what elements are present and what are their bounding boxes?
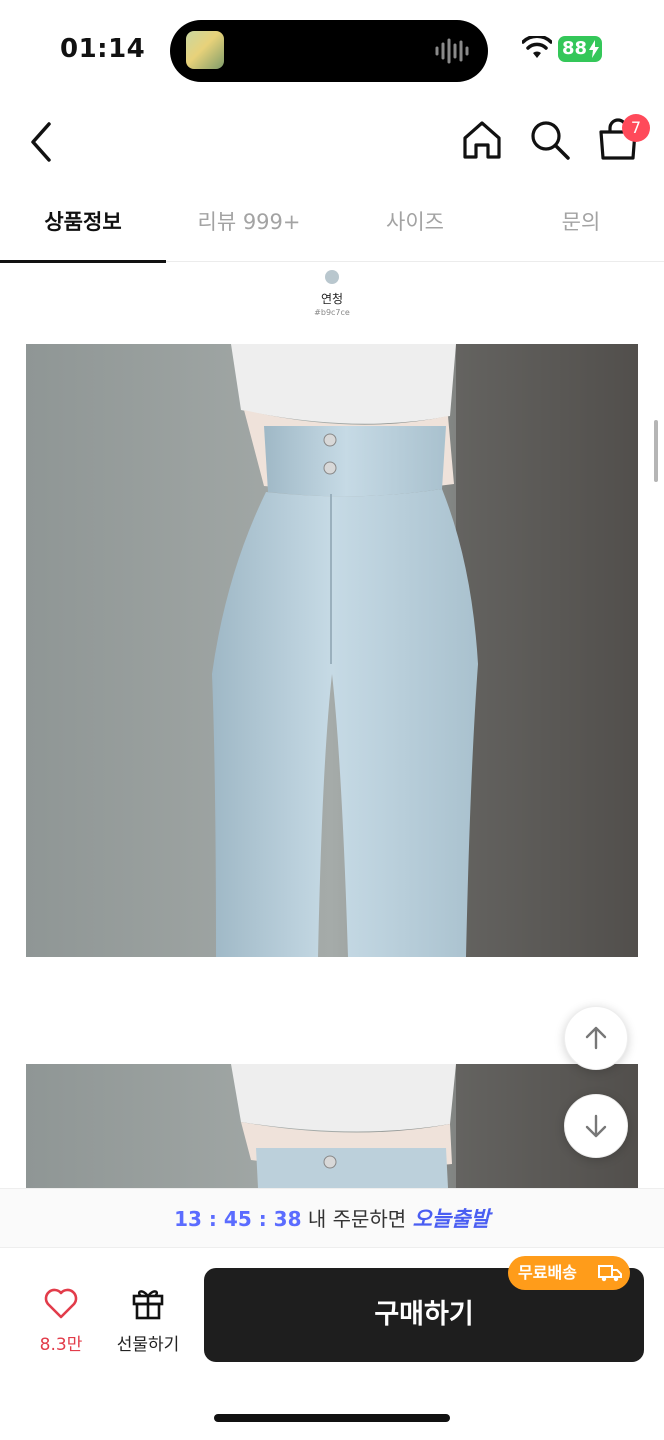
tab-inquiry[interactable]: 문의 [498, 184, 664, 262]
countdown-timer: 13 : 45 : 38 [174, 1207, 302, 1231]
product-image [26, 344, 638, 957]
tab-product-info[interactable]: 상품정보 [0, 184, 166, 263]
top-nav-bar [0, 100, 664, 184]
gift-icon [132, 1290, 164, 1320]
heart-icon [44, 1288, 78, 1319]
today-ship-label: 오늘출발 [412, 1207, 490, 1231]
delivery-countdown-bar: 13 : 45 : 38 내 주문하면 오늘출발 [0, 1188, 664, 1248]
color-hex: #b9c7ce [314, 308, 350, 317]
battery-indicator: 88 [558, 36, 602, 62]
product-tabs: 상품정보 리뷰 999+ 사이즈 문의 [0, 184, 664, 263]
home-icon[interactable] [460, 118, 504, 162]
search-icon[interactable] [528, 118, 572, 162]
status-time: 01:14 [60, 34, 146, 64]
back-arrow-icon[interactable] [22, 118, 62, 166]
product-image [26, 1064, 638, 1188]
now-playing-thumbnail [186, 31, 224, 69]
free-shipping-badge: 무료배송 [508, 1256, 630, 1290]
arrow-up-icon [585, 1026, 607, 1050]
scroll-to-bottom-button[interactable] [564, 1094, 628, 1158]
bottom-action-bar: 8.3만 선물하기 구매하기 무료배송 [0, 1248, 664, 1440]
gift-button[interactable]: 선물하기 [108, 1284, 188, 1355]
color-swatch [325, 270, 339, 284]
audio-wave-icon [435, 38, 469, 64]
status-bar: 01:14 88 [0, 0, 664, 100]
like-button[interactable]: 8.3만 [24, 1288, 98, 1355]
home-indicator[interactable] [214, 1414, 450, 1422]
arrow-down-icon [585, 1114, 607, 1138]
order-text: 내 주문하면 [301, 1207, 413, 1231]
truck-icon [598, 1265, 622, 1282]
scroll-indicator[interactable] [654, 420, 658, 482]
free-shipping-label: 무료배송 [518, 1263, 577, 1282]
like-count: 8.3만 [39, 1335, 83, 1355]
gift-label: 선물하기 [116, 1335, 180, 1355]
charging-bolt-icon [589, 40, 599, 58]
tab-reviews[interactable]: 리뷰 999+ [166, 184, 332, 262]
tab-size[interactable]: 사이즈 [332, 184, 498, 262]
dynamic-island[interactable] [170, 20, 488, 82]
cart-count-badge: 7 [622, 114, 650, 142]
wifi-icon [522, 36, 552, 58]
scroll-to-top-button[interactable] [564, 1006, 628, 1070]
battery-level: 88 [562, 38, 588, 59]
color-name: 연청 [320, 292, 344, 306]
